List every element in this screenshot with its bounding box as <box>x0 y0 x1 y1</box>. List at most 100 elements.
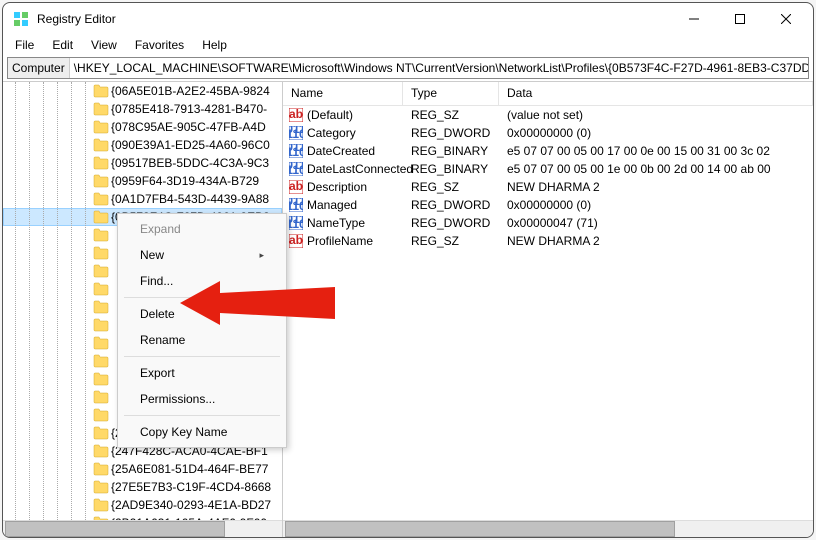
value-type: REG_BINARY <box>403 144 499 158</box>
minimize-button[interactable] <box>671 3 717 35</box>
address-label: Computer <box>8 58 70 78</box>
reg-binary-icon <box>289 216 303 230</box>
menu-view[interactable]: View <box>83 36 125 54</box>
folder-icon <box>93 390 109 404</box>
folder-icon <box>93 228 109 242</box>
folder-icon <box>93 480 109 494</box>
folder-icon <box>93 354 109 368</box>
value-name: Description <box>307 180 367 194</box>
close-button[interactable] <box>763 3 809 35</box>
reg-binary-icon <box>289 144 303 158</box>
list-row[interactable]: NameType REG_DWORD0x00000047 (71) <box>283 214 813 232</box>
ctx-copykeyname[interactable]: Copy Key Name <box>120 419 284 445</box>
value-name: Category <box>307 126 356 140</box>
list-row[interactable]: DateCreated REG_BINARYe5 07 07 00 05 00 1… <box>283 142 813 160</box>
tree-item-label: {078C95AE-905C-47FB-A4D <box>111 120 266 134</box>
tree-item-label: {06A5E01B-A2E2-45BA-9824 <box>111 84 270 98</box>
menu-favorites[interactable]: Favorites <box>127 36 192 54</box>
value-name: NameType <box>307 216 365 230</box>
context-menu: Expand New Find... Delete Rename Export … <box>117 213 287 448</box>
ctx-find[interactable]: Find... <box>120 268 284 294</box>
reg-binary-icon <box>289 162 303 176</box>
value-name: DateLastConnected <box>307 162 413 176</box>
value-name: (Default) <box>307 108 353 122</box>
menu-help[interactable]: Help <box>194 36 235 54</box>
menu-file[interactable]: File <box>7 36 42 54</box>
tree-item-label: {27E5E7B3-C19F-4CD4-8668 <box>111 480 271 494</box>
menu-edit[interactable]: Edit <box>44 36 81 54</box>
value-name: Managed <box>307 198 357 212</box>
value-data: 0x00000047 (71) <box>499 216 813 230</box>
ctx-expand: Expand <box>120 216 284 242</box>
folder-icon <box>93 84 109 98</box>
list-row[interactable]: ProfileName REG_SZNEW DHARMA 2 <box>283 232 813 250</box>
col-name[interactable]: Name <box>283 82 403 105</box>
tree-item-label: {0785E418-7913-4281-B470- <box>111 102 267 116</box>
tree-item-label: {0A1D7FB4-543D-4439-9A88 <box>111 192 269 206</box>
folder-icon <box>93 246 109 260</box>
value-type: REG_SZ <box>403 234 499 248</box>
tree-item-label: {2B21A631-105A-4AF6-9F00 <box>111 516 267 520</box>
tree-item-label: {0959F64-3D19-434A-B729 <box>111 174 259 188</box>
value-name: DateCreated <box>307 144 375 158</box>
folder-icon <box>93 462 109 476</box>
folder-icon <box>93 498 109 512</box>
ctx-export[interactable]: Export <box>120 360 284 386</box>
value-type: REG_DWORD <box>403 126 499 140</box>
folder-icon <box>93 282 109 296</box>
folder-icon <box>93 156 109 170</box>
folder-icon <box>93 408 109 422</box>
folder-icon <box>93 444 109 458</box>
tree-item-label: {2AD9E340-0293-4E1A-BD27 <box>111 498 271 512</box>
folder-icon <box>93 318 109 332</box>
col-data[interactable]: Data <box>499 82 813 105</box>
list-row[interactable]: Description REG_SZNEW DHARMA 2 <box>283 178 813 196</box>
value-data: 0x00000000 (0) <box>499 126 813 140</box>
value-data: NEW DHARMA 2 <box>499 180 813 194</box>
list-scrollbar-horizontal[interactable] <box>283 520 813 537</box>
address-bar[interactable]: Computer \HKEY_LOCAL_MACHINE\SOFTWARE\Mi… <box>7 57 809 79</box>
menubar: File Edit View Favorites Help <box>3 35 813 55</box>
ctx-permissions[interactable]: Permissions... <box>120 386 284 412</box>
value-name: ProfileName <box>307 234 373 248</box>
reg-string-icon <box>289 108 303 122</box>
value-type: REG_SZ <box>403 180 499 194</box>
tree-item-label: {25A6E081-51D4-464F-BE77 <box>111 462 268 476</box>
address-path: \HKEY_LOCAL_MACHINE\SOFTWARE\Microsoft\W… <box>70 61 808 75</box>
list-pane: Name Type Data (Default)REG_SZ(value not… <box>283 82 813 537</box>
folder-icon <box>93 336 109 350</box>
tree-scrollbar-horizontal[interactable] <box>3 520 282 537</box>
value-type: REG_DWORD <box>403 198 499 212</box>
value-data: NEW DHARMA 2 <box>499 234 813 248</box>
reg-binary-icon <box>289 126 303 140</box>
folder-icon <box>93 120 109 134</box>
ctx-new[interactable]: New <box>120 242 284 268</box>
list-header: Name Type Data <box>283 82 813 106</box>
tree-item-label: {09517BEB-5DDC-4C3A-9C3 <box>111 156 269 170</box>
reg-binary-icon <box>289 198 303 212</box>
maximize-button[interactable] <box>717 3 763 35</box>
tree-item-label: {090E39A1-ED25-4A60-96C0 <box>111 138 270 152</box>
list-row[interactable]: Category REG_DWORD0x00000000 (0) <box>283 124 813 142</box>
list-row[interactable]: DateLastConnectedREG_BINARYe5 07 07 00 0… <box>283 160 813 178</box>
list-row[interactable]: Managed REG_DWORD0x00000000 (0) <box>283 196 813 214</box>
col-type[interactable]: Type <box>403 82 499 105</box>
value-type: REG_DWORD <box>403 216 499 230</box>
value-data: (value not set) <box>499 108 813 122</box>
value-data: e5 07 07 00 05 00 17 00 0e 00 15 00 31 0… <box>499 144 813 158</box>
list-body[interactable]: (Default)REG_SZ(value not set)CategoryRE… <box>283 106 813 520</box>
reg-string-icon <box>289 180 303 194</box>
folder-icon <box>93 192 109 206</box>
app-icon <box>13 11 29 27</box>
list-row[interactable]: (Default) REG_SZ(value not set) <box>283 106 813 124</box>
ctx-delete[interactable]: Delete <box>120 301 284 327</box>
value-data: 0x00000000 (0) <box>499 198 813 212</box>
folder-icon <box>93 516 109 520</box>
titlebar: Registry Editor <box>3 3 813 35</box>
folder-icon <box>93 210 109 224</box>
ctx-rename[interactable]: Rename <box>120 327 284 353</box>
value-data: e5 07 07 00 05 00 1e 00 0b 00 2d 00 14 0… <box>499 162 813 176</box>
value-type: REG_SZ <box>403 108 499 122</box>
reg-string-icon <box>289 234 303 248</box>
value-type: REG_BINARY <box>403 162 499 176</box>
